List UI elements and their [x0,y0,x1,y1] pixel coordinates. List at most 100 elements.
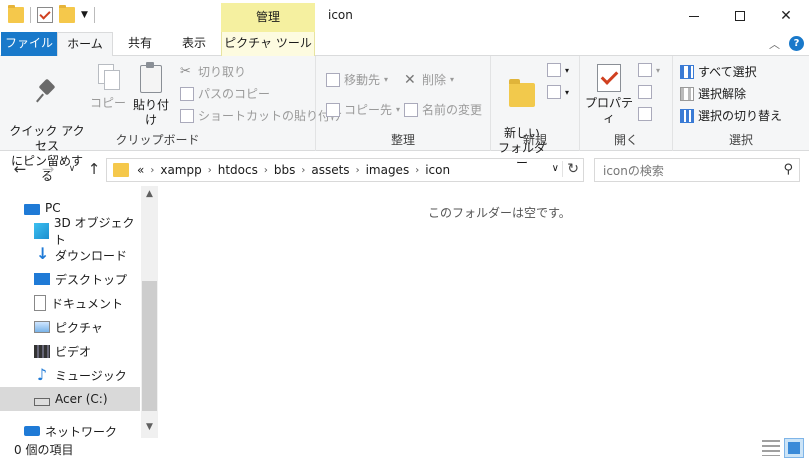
breadcrumb-separator-icon[interactable]: › [301,165,305,176]
copy-path-button[interactable]: パスのコピー [180,85,270,102]
copy-path-label: パスのコピー [198,87,271,101]
copy-path-icon [180,86,194,101]
cut-button[interactable]: ✂ 切り取り [180,63,246,80]
address-dropdown-icon[interactable]: ∨ [552,163,559,174]
select-all-button[interactable]: すべて選択 [680,63,757,80]
cut-label: 切り取り [198,65,247,79]
nav-item-3d-objects[interactable]: 3D オブジェクト [0,216,140,247]
copy-to-button[interactable]: コピー先 ▾ [326,101,400,118]
copy-icon [96,64,120,92]
open-dropdown-icon: ▾ [656,65,661,75]
nav-item-desktop[interactable]: デスクトップ [0,267,140,291]
toolbar-separator [30,7,31,23]
move-to-button[interactable]: 移動先 ▾ [326,71,388,88]
copy-label: コピー [90,96,127,110]
nav-item-label: ダウンロード [55,248,128,263]
tab-view[interactable]: 表示 [172,32,216,56]
forward-arrow-icon[interactable]: → [38,160,58,178]
breadcrumb-separator-icon[interactable]: › [356,165,360,176]
new-item-button[interactable]: ▾ [547,63,569,77]
rename-button[interactable]: 名前の変更 [404,101,482,118]
select-all-icon [680,64,694,79]
nav-item-downloads[interactable]: ダウンロード [0,243,140,267]
move-to-icon [326,72,340,87]
easy-access-button[interactable]: ▾ [547,85,569,99]
refresh-icon[interactable]: ↻ [562,161,579,177]
delete-button[interactable]: ✕ 削除 ▾ [404,71,454,88]
nav-item-music[interactable]: ♪ ミュージック [0,363,140,387]
toolbar-separator [93,7,95,23]
delete-icon: ✕ [404,71,416,88]
properties-check-icon[interactable] [37,7,53,23]
minimize-button[interactable] [671,0,717,32]
large-icons-view-icon[interactable] [784,438,804,458]
nav-item-videos[interactable]: ビデオ [0,339,140,363]
address-bar[interactable]: « › xampp › htdocs › bbs › assets › imag… [106,158,584,182]
scroll-up-icon[interactable]: ▲ [141,186,158,203]
ribbon-tabs: ファイル ホーム 共有 表示 ピクチャ ツール ︿ ? [0,32,809,57]
breadcrumb-separator-icon[interactable]: › [264,165,268,176]
empty-folder-message: このフォルダーは空です。 [428,206,571,220]
window-title: icon [328,8,353,22]
help-icon[interactable]: ? [789,36,804,51]
tab-picture-tools[interactable]: ピクチャ ツール [221,32,315,56]
breadcrumb-item[interactable]: assets [311,163,349,177]
up-arrow-icon[interactable]: ↑ [84,160,104,178]
select-none-icon [680,86,694,101]
navigation-bar: ← → ∨ ↑ « › xampp › htdocs › bbs › asset… [0,156,809,184]
nav-item-label: PC [45,201,61,215]
collapse-ribbon-icon[interactable]: ︿ [769,36,780,52]
invert-selection-button[interactable]: 選択の切り替え [680,107,782,124]
navigation-pane: PC 3D オブジェクト ダウンロード デスクトップ ドキュメント ピクチャ ビ… [0,186,158,439]
search-input[interactable]: iconの検索 ⚲ [594,158,800,182]
new-item-icon [547,63,561,77]
recent-locations-chevron-icon[interactable]: ∨ [62,164,82,174]
customize-toolbar-dropdown-icon[interactable]: ▼ [81,10,88,20]
breadcrumb-separator-icon[interactable]: › [150,165,154,176]
document-icon [34,295,46,311]
scroll-down-icon[interactable]: ▼ [141,419,158,436]
breadcrumb-item[interactable]: images [366,163,410,177]
breadcrumb-item[interactable]: htdocs [218,163,258,177]
details-view-icon[interactable] [762,440,780,456]
properties-button[interactable]: プロパティ [584,64,634,126]
delete-dropdown-icon: ▾ [450,75,455,84]
paste-button[interactable]: 貼り付け [128,62,174,128]
open-button[interactable]: ▾ [638,63,660,77]
maximize-icon [735,11,745,21]
scrollbar-thumb[interactable] [142,281,157,411]
breadcrumb-overflow[interactable]: « [137,163,144,177]
tab-home[interactable]: ホーム [57,32,113,57]
nav-item-documents[interactable]: ドキュメント [0,291,140,315]
breadcrumb-separator-icon[interactable]: › [208,165,212,176]
folder-icon [8,5,24,23]
delete-label: 削除 [422,73,447,87]
nav-item-pictures[interactable]: ピクチャ [0,315,140,339]
back-arrow-icon[interactable]: ← [10,160,30,178]
status-bar: 0 個の項目 [0,438,809,460]
new-folder-quick-icon[interactable] [59,5,75,23]
tab-file[interactable]: ファイル [1,32,57,56]
tab-share[interactable]: 共有 [118,32,162,56]
edit-button[interactable] [638,85,652,99]
copy-button[interactable]: コピー [90,64,126,111]
new-item-dropdown-icon: ▾ [565,65,570,75]
new-folder-button[interactable]: 新しい フォルダー [495,62,549,171]
nav-item-label: ネットワーク [45,424,118,439]
breadcrumb-item[interactable]: icon [425,163,450,177]
breadcrumb-item[interactable]: xampp [160,163,201,177]
select-group-label: 選択 [728,133,753,147]
context-tab-header: 管理 [221,3,315,32]
breadcrumb-item[interactable]: bbs [274,163,296,177]
title-bar: ▼ 管理 icon ✕ [0,0,809,32]
pc-icon [24,203,40,215]
pin-icon [36,79,58,105]
maximize-button[interactable] [717,0,763,32]
nav-item-drive-c[interactable]: Acer (C:) [0,387,140,411]
organize-group: 移動先 ▾ コピー先 ▾ ✕ 削除 ▾ 名前の変更 整理 [316,56,491,151]
history-button[interactable] [638,107,652,121]
breadcrumb-separator-icon[interactable]: › [415,165,419,176]
nav-pane-scrollbar[interactable]: ▲ ▼ [141,186,158,438]
select-none-button[interactable]: 選択解除 [680,85,746,102]
close-button[interactable]: ✕ [763,0,809,32]
